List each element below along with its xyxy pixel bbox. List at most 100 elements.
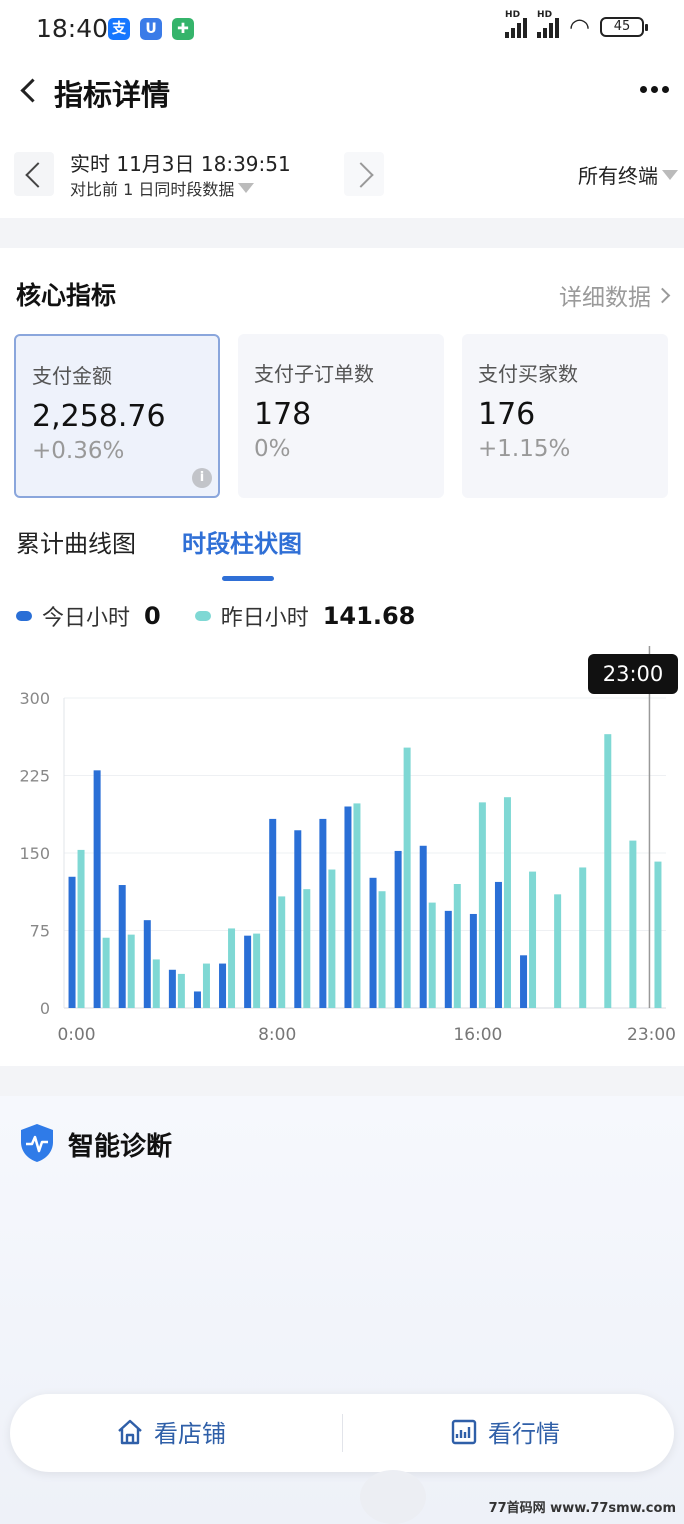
chart-tabs: 累计曲线图 时段柱状图 <box>0 520 684 584</box>
hd-label: HD <box>505 10 521 20</box>
y-tick-label: 150 <box>19 844 50 863</box>
nav-bar: 指标详情 <box>0 62 684 122</box>
back-icon[interactable] <box>14 72 44 108</box>
bar-yesterday <box>478 802 486 1008</box>
metric-value: 2,258.76 <box>32 399 166 434</box>
bar-yesterday <box>428 902 436 1008</box>
y-tick-label: 225 <box>19 767 50 786</box>
bar-today <box>394 850 402 1008</box>
status-time: 18:40 <box>36 14 109 43</box>
legend-yesterday-dot <box>194 611 211 621</box>
status-icons: HD HD ◠ 45 <box>505 10 648 39</box>
bar-today <box>419 845 427 1008</box>
status-bar: 18:40 支 U ✚ HD HD ◠ 45 <box>0 0 684 60</box>
bar-today <box>93 770 101 1008</box>
bar-yesterday <box>177 973 185 1008</box>
bar-yesterday <box>378 891 386 1008</box>
bar-today <box>168 969 176 1008</box>
bar-today <box>269 818 277 1008</box>
market-chart-icon <box>451 1419 477 1444</box>
x-tick-label: 0:00 <box>57 1025 95 1045</box>
bar-today <box>219 963 227 1008</box>
metric-card-payment-amount[interactable]: 支付金额 2,258.76 +0.36% i <box>14 334 220 498</box>
shield-pulse-icon <box>21 1124 53 1162</box>
metric-card-buyers[interactable]: 支付买家数 176 +1.15% <box>462 334 668 498</box>
bar-yesterday <box>629 840 637 1008</box>
terminal-label: 所有终端 <box>578 164 658 188</box>
metric-label: 支付买家数 <box>478 362 578 386</box>
bar-yesterday <box>328 869 336 1008</box>
diagnose-title: 智能诊断 <box>68 1132 173 1162</box>
legend-yesterday-label: 昨日小时 <box>220 606 309 631</box>
detail-data-link[interactable]: 详细数据 <box>559 278 671 312</box>
compare-label: 对比前 1 日同时段数据 <box>70 180 235 199</box>
alipay-icon: 支 <box>108 18 130 40</box>
bar-yesterday <box>453 884 461 1008</box>
y-tick-label: 0 <box>40 999 50 1018</box>
shield-app-icon: U <box>140 18 162 40</box>
metric-label: 支付金额 <box>32 364 112 388</box>
prev-day-button[interactable] <box>14 152 54 196</box>
home-icon <box>118 1419 142 1444</box>
bar-yesterday <box>529 871 537 1008</box>
legend-today-value: 0 <box>144 602 161 630</box>
info-icon[interactable]: i <box>192 468 212 488</box>
view-shop-label: 看店铺 <box>154 1420 226 1448</box>
chart-svg: 0 75 150 225 300 0:00 8:00 16:00 23:00 <box>19 646 676 1045</box>
bar-today <box>294 830 302 1008</box>
view-market-button[interactable]: 看行情 <box>450 1414 560 1449</box>
bar-today <box>68 876 76 1008</box>
y-tick-label: 75 <box>30 922 50 941</box>
metric-change: +1.15% <box>478 436 571 462</box>
hourly-bar-chart[interactable]: 0 75 150 225 300 0:00 8:00 16:00 23:00 23:00 <box>0 640 684 1060</box>
view-market-label: 看行情 <box>488 1420 560 1448</box>
caret-down-icon <box>662 169 678 180</box>
next-day-button[interactable] <box>344 152 384 196</box>
security-app-icon: ✚ <box>172 18 194 40</box>
watermark: 77首码网 www.77smw.com <box>488 1501 676 1516</box>
bar-today <box>319 818 327 1008</box>
section-divider <box>0 1066 684 1096</box>
view-shop-button[interactable]: 看店铺 <box>116 1414 226 1449</box>
bar-yesterday <box>353 803 361 1008</box>
bar-yesterday <box>604 734 612 1008</box>
metric-value: 176 <box>478 397 536 432</box>
bar-today <box>193 991 201 1008</box>
metric-card-sub-orders[interactable]: 支付子订单数 178 0% <box>238 334 444 498</box>
bar-today <box>520 955 528 1008</box>
bottom-divider <box>342 1414 343 1452</box>
home-gesture-indicator[interactable] <box>360 1470 426 1524</box>
metric-label: 支付子订单数 <box>254 362 374 386</box>
x-tick-label: 23:00 <box>627 1025 676 1045</box>
battery-icon: 45 <box>600 17 648 37</box>
terminal-dropdown[interactable]: 所有终端 <box>578 160 678 189</box>
metric-cards: 支付金额 2,258.76 +0.36% i 支付子订单数 178 0% 支付买… <box>14 334 672 498</box>
signal-icon: HD <box>537 10 560 38</box>
compare-dropdown[interactable]: 对比前 1 日同时段数据 <box>70 176 255 200</box>
bar-yesterday <box>503 797 511 1008</box>
bar-today <box>118 885 126 1008</box>
bar-yesterday <box>253 933 261 1008</box>
bar-yesterday <box>152 959 160 1008</box>
realtime-label: 实时 11月3日 18:39:51 <box>70 152 291 176</box>
x-tick-label: 16:00 <box>453 1025 502 1045</box>
bar-today <box>344 806 352 1008</box>
bar-today <box>469 913 477 1008</box>
bar-yesterday <box>579 867 587 1008</box>
active-tab-indicator <box>222 576 274 581</box>
bar-yesterday <box>202 963 210 1008</box>
tab-cumulative-curve[interactable]: 累计曲线图 <box>16 524 136 559</box>
bar-yesterday <box>102 937 110 1008</box>
tab-hourly-bar[interactable]: 时段柱状图 <box>182 524 302 559</box>
chart-tooltip: 23:00 <box>588 654 678 694</box>
more-icon[interactable] <box>634 74 674 104</box>
section-divider <box>0 218 684 248</box>
time-selector: 实时 11月3日 18:39:51 对比前 1 日同时段数据 所有终端 <box>0 142 684 212</box>
page-title: 指标详情 <box>54 78 171 112</box>
chart-legend: 今日小时 0 昨日小时 141.68 <box>16 598 415 634</box>
chevron-right-icon <box>654 287 671 303</box>
signal-icon: HD <box>505 10 528 38</box>
bar-yesterday <box>127 934 135 1008</box>
hd-label: HD <box>537 10 553 20</box>
bar-yesterday <box>554 894 562 1008</box>
